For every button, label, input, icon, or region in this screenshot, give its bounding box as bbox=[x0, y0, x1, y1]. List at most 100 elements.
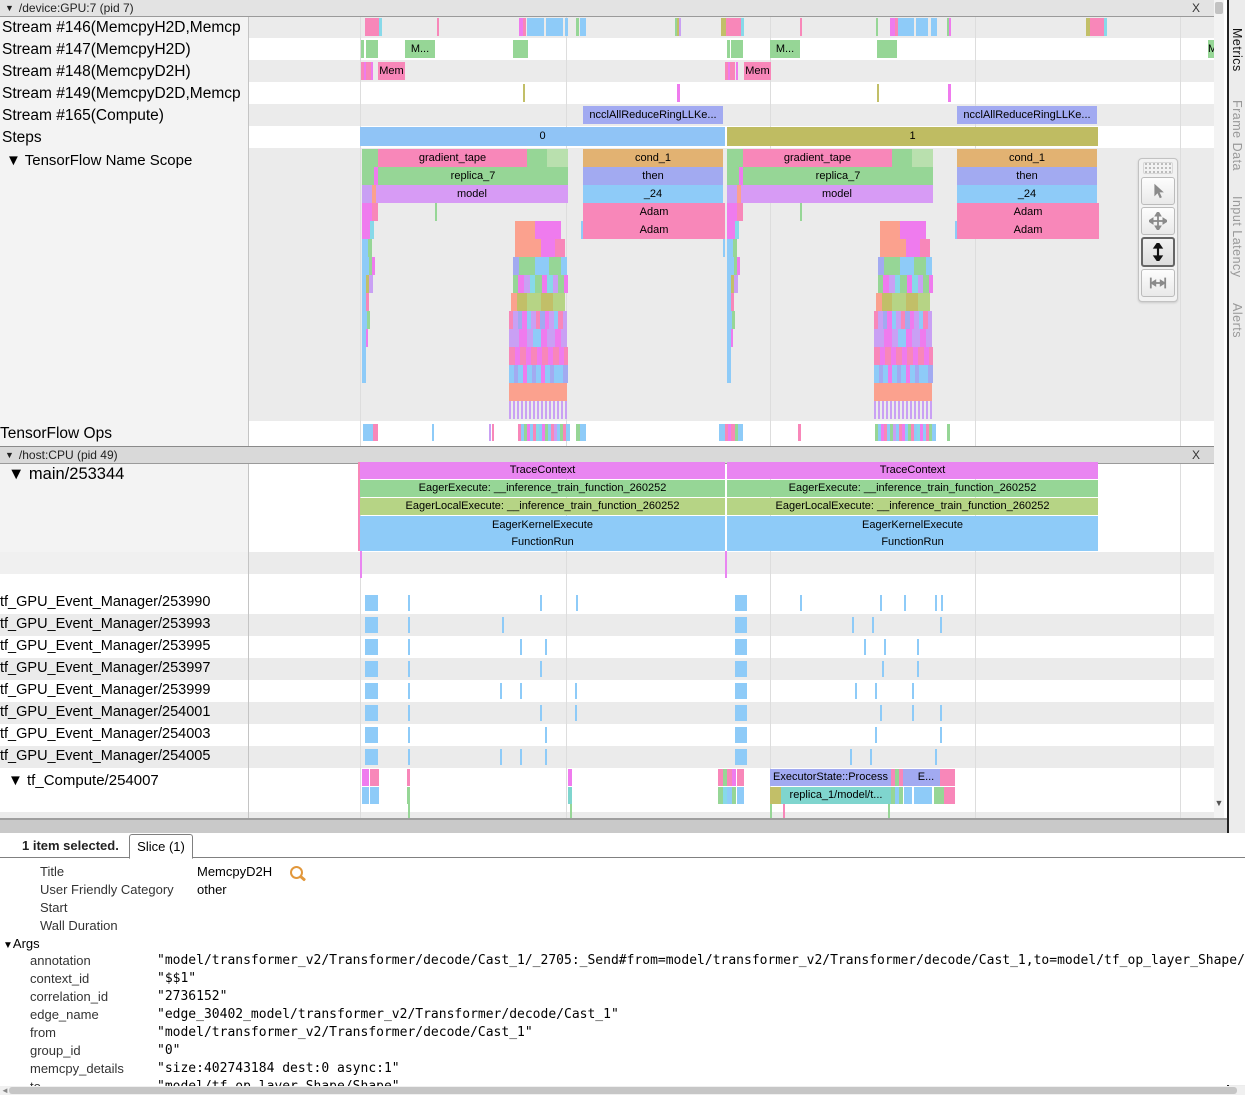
scroll-down-arrow-icon[interactable]: ▼ bbox=[1214, 798, 1224, 808]
trace-bar[interactable] bbox=[944, 787, 955, 804]
trace-bar[interactable] bbox=[732, 769, 736, 786]
trace-bar[interactable] bbox=[557, 401, 559, 419]
trace-bar[interactable] bbox=[564, 347, 568, 365]
trace-bar[interactable] bbox=[906, 239, 920, 257]
trace-bar[interactable] bbox=[362, 257, 369, 275]
trace-bar[interactable] bbox=[732, 787, 736, 804]
trace-bar[interactable] bbox=[366, 293, 369, 311]
trace-bar[interactable] bbox=[875, 727, 877, 743]
trace-bar[interactable] bbox=[892, 293, 906, 311]
trace-bar[interactable] bbox=[533, 401, 535, 419]
trace-bar[interactable] bbox=[365, 749, 378, 765]
trace-bar[interactable] bbox=[892, 149, 912, 167]
trace-bar[interactable]: 1 bbox=[727, 127, 1098, 146]
trace-bar[interactable] bbox=[737, 769, 744, 786]
trace-bar[interactable] bbox=[373, 424, 378, 441]
collapse-triangle-icon[interactable]: ▼ bbox=[5, 3, 14, 13]
timing-tool-button[interactable] bbox=[1141, 269, 1175, 297]
row-label[interactable]: tf_GPU_Event_Manager/253999 bbox=[0, 682, 246, 698]
trace-bar[interactable] bbox=[545, 639, 547, 655]
trace-bar[interactable] bbox=[517, 401, 519, 419]
close-host-section-button[interactable]: X bbox=[1192, 448, 1200, 462]
trace-bar[interactable] bbox=[527, 18, 544, 36]
trace-bar[interactable] bbox=[363, 424, 373, 441]
trace-bar[interactable]: model bbox=[741, 185, 933, 203]
trace-bar[interactable] bbox=[361, 40, 364, 58]
trace-bar[interactable] bbox=[362, 365, 366, 383]
trace-bar[interactable]: Adam bbox=[957, 221, 1099, 239]
trace-bar[interactable] bbox=[362, 221, 370, 239]
trace-bar[interactable] bbox=[679, 18, 681, 36]
sidebar-tab-metrics[interactable]: Metrics bbox=[1230, 28, 1244, 72]
trace-bar[interactable] bbox=[940, 769, 955, 786]
trace-bar[interactable] bbox=[737, 203, 743, 221]
row-label[interactable]: tf_GPU_Event_Manager/254001 bbox=[0, 704, 246, 720]
trace-bar[interactable] bbox=[926, 257, 932, 275]
trace-bar[interactable]: Adam bbox=[583, 221, 725, 239]
trace-bar[interactable] bbox=[870, 749, 872, 765]
trace-bar[interactable] bbox=[914, 257, 926, 275]
trace-bar[interactable] bbox=[864, 639, 866, 655]
trace-bar[interactable] bbox=[576, 18, 579, 36]
trace-bar[interactable] bbox=[904, 787, 912, 804]
row-label[interactable]: ▼ main/253344 bbox=[8, 465, 246, 484]
horizontal-scrollbar-thumb[interactable] bbox=[9, 1087, 1237, 1094]
trace-bar[interactable] bbox=[735, 727, 747, 743]
trace-bar[interactable]: E... bbox=[912, 769, 940, 786]
trace-bar[interactable] bbox=[561, 257, 567, 275]
trace-bar[interactable]: cond_1 bbox=[957, 149, 1097, 167]
trace-bar[interactable] bbox=[540, 595, 542, 611]
trace-bar[interactable] bbox=[877, 84, 879, 102]
trace-bar[interactable] bbox=[735, 661, 747, 677]
trace-bar[interactable] bbox=[948, 84, 951, 102]
trace-bar[interactable] bbox=[735, 639, 747, 655]
trace-bar[interactable] bbox=[855, 683, 857, 699]
trace-bar[interactable] bbox=[898, 401, 900, 419]
trace-bar[interactable] bbox=[882, 401, 884, 419]
trace-bar[interactable] bbox=[900, 257, 914, 275]
trace-bar[interactable] bbox=[932, 424, 936, 441]
trace-bar[interactable] bbox=[735, 683, 747, 699]
row-label[interactable]: Stream #147(MemcpyH2D) bbox=[2, 41, 246, 59]
trace-bar[interactable] bbox=[545, 727, 547, 743]
trace-bar[interactable] bbox=[900, 275, 907, 293]
trace-bar[interactable] bbox=[549, 257, 561, 275]
trace-bar[interactable] bbox=[888, 804, 890, 818]
trace-bar[interactable] bbox=[914, 401, 916, 419]
trace-bar[interactable] bbox=[437, 18, 439, 36]
trace-bar[interactable] bbox=[529, 401, 531, 419]
trace-bar[interactable] bbox=[884, 329, 892, 347]
row-label[interactable]: tf_GPU_Event_Manager/253997 bbox=[0, 660, 246, 676]
trace-bar[interactable] bbox=[489, 424, 491, 441]
trace-bar[interactable] bbox=[362, 167, 374, 185]
row-label[interactable]: tf_GPU_Event_Manager/253993 bbox=[0, 616, 246, 632]
trace-bar[interactable] bbox=[432, 424, 434, 441]
trace-bar[interactable] bbox=[527, 149, 547, 167]
row-label[interactable]: ▼ tf_Compute/254007 bbox=[8, 772, 246, 789]
trace-bar[interactable] bbox=[874, 383, 932, 401]
trace-bar[interactable] bbox=[540, 705, 542, 721]
row-label[interactable]: ▼ TensorFlow Name Scope bbox=[6, 152, 246, 169]
trace-bar[interactable] bbox=[566, 424, 570, 441]
trace-bar[interactable] bbox=[379, 18, 382, 36]
trace-bar[interactable] bbox=[727, 167, 739, 185]
row-label[interactable]: Stream #165(Compute) bbox=[2, 107, 246, 125]
trace-bar[interactable]: then bbox=[957, 167, 1097, 185]
row-label[interactable]: tf_GPU_Event_Manager/253995 bbox=[0, 638, 246, 654]
trace-bar[interactable] bbox=[360, 551, 362, 578]
trace-bar[interactable] bbox=[372, 203, 378, 221]
trace-bar[interactable] bbox=[555, 239, 565, 257]
trace-bar[interactable] bbox=[519, 329, 527, 347]
trace-bar[interactable] bbox=[800, 595, 802, 611]
trace-bar[interactable] bbox=[730, 62, 735, 80]
trace-bar[interactable] bbox=[912, 149, 933, 167]
trace-bar[interactable]: FunctionRun bbox=[727, 533, 1098, 551]
row-label[interactable]: Steps bbox=[2, 129, 246, 147]
trace-bar[interactable] bbox=[500, 749, 502, 765]
trace-bar[interactable] bbox=[365, 661, 378, 677]
trace-bar[interactable] bbox=[563, 311, 567, 329]
trace-bar[interactable]: TraceContext bbox=[727, 462, 1098, 479]
trace-bar[interactable] bbox=[898, 18, 914, 36]
trace-bar[interactable]: Mem bbox=[378, 62, 405, 80]
sidebar-tab-frame-data[interactable]: Frame Data bbox=[1230, 100, 1244, 171]
